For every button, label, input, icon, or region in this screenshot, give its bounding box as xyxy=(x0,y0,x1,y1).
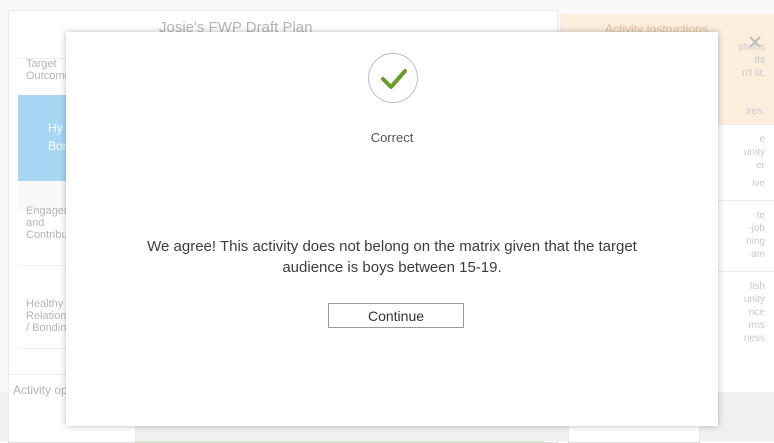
checkmark-icon xyxy=(381,69,407,89)
feedback-message: We agree! This activity does not belong … xyxy=(147,238,637,276)
feedback-dialog: Correct We agree! This activity does not… xyxy=(66,32,718,426)
feedback-status: Correct xyxy=(370,130,414,145)
status-indicator xyxy=(368,53,418,103)
continue-button[interactable]: Continue xyxy=(328,303,464,328)
